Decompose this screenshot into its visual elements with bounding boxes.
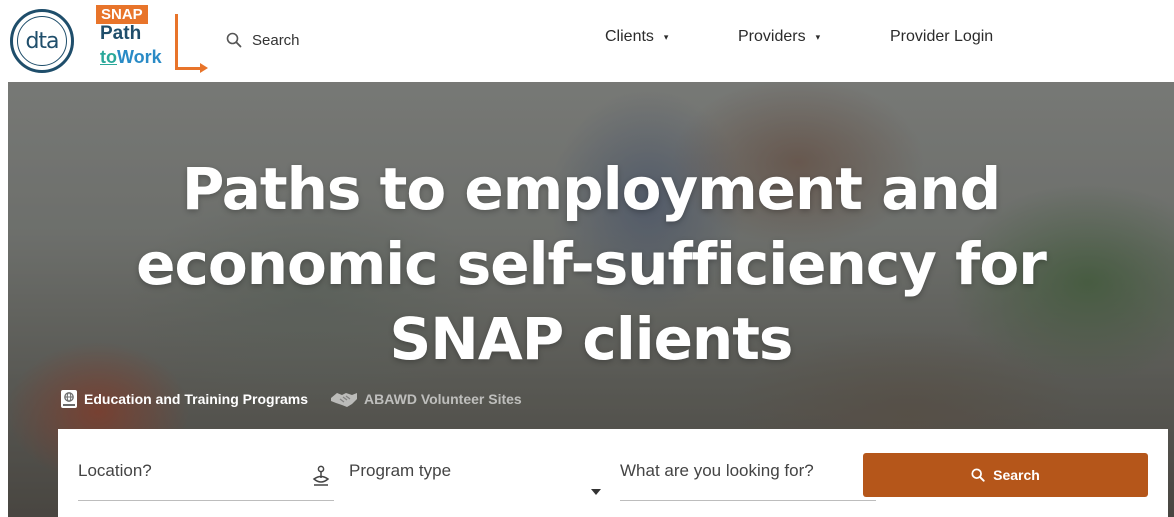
hero-category-links: Education and Training Programs ABAWD Vo…	[60, 389, 522, 409]
hero-title-line: economic self-sufficiency for	[136, 230, 1047, 298]
snap-logo-to-work: toWork	[100, 46, 162, 68]
hero-title-line: Paths to employment and	[181, 155, 1001, 223]
keyword-search-placeholder: What are you looking for?	[620, 461, 814, 480]
search-icon	[226, 32, 242, 48]
location-input-underline	[78, 500, 334, 501]
nav-provider-login-label: Provider Login	[890, 28, 994, 45]
location-placeholder: Location?	[78, 461, 152, 480]
nav-providers-label: Providers	[738, 28, 806, 45]
snap-logo-line-vertical	[175, 14, 178, 70]
program-search-panel: Location? Program type What are you look…	[58, 429, 1168, 517]
handshake-icon	[331, 393, 358, 407]
hero-title-line: SNAP clients	[389, 305, 794, 373]
chevron-down-icon: ▾	[815, 31, 821, 42]
dta-logo[interactable]: dta	[10, 9, 74, 73]
chevron-down-icon: ▾	[663, 31, 669, 42]
nav-clients[interactable]: Clients ▾	[605, 28, 668, 46]
snap-logo-path: Path	[100, 23, 142, 44]
nav-clients-label: Clients	[605, 28, 654, 45]
search-icon	[971, 468, 985, 482]
keyword-search-underline	[620, 500, 876, 501]
book-icon	[61, 390, 77, 408]
snap-logo-line-horizontal	[175, 67, 203, 70]
education-training-programs-label: Education and Training Programs	[84, 391, 309, 407]
chevron-down-icon	[591, 489, 601, 495]
snap-logo-arrow-icon	[200, 63, 208, 73]
search-button-label: Search	[993, 467, 1040, 483]
education-training-programs-link[interactable]: Education and Training Programs	[60, 389, 308, 409]
snap-path-to-work-logo[interactable]: SNAP Path toWork	[96, 5, 212, 77]
location-pin-icon[interactable]	[312, 465, 330, 487]
program-type-placeholder: Program type	[349, 461, 452, 480]
snap-logo-work: Work	[117, 47, 162, 67]
header-search-label: Search	[252, 31, 300, 49]
snap-logo-badge: SNAP	[96, 5, 148, 24]
header-search[interactable]: Search	[226, 29, 300, 51]
nav-providers[interactable]: Providers ▾	[738, 28, 820, 46]
hero-title: Paths to employment and economic self-su…	[8, 152, 1174, 377]
abawd-volunteer-sites-link[interactable]: ABAWD Volunteer Sites	[330, 389, 522, 409]
program-type-select[interactable]: Program type	[349, 453, 605, 501]
search-button[interactable]: Search	[863, 453, 1148, 497]
snap-logo-to: to	[100, 47, 117, 67]
abawd-volunteer-sites-label: ABAWD Volunteer Sites	[364, 391, 522, 407]
keyword-search-input[interactable]: What are you looking for?	[620, 453, 876, 501]
site-header: dta SNAP Path toWork Search Clients ▾ Pr…	[0, 0, 1174, 82]
nav-provider-login[interactable]: Provider Login	[890, 28, 993, 46]
dta-logo-ring	[17, 16, 67, 66]
location-input[interactable]: Location?	[78, 453, 334, 501]
